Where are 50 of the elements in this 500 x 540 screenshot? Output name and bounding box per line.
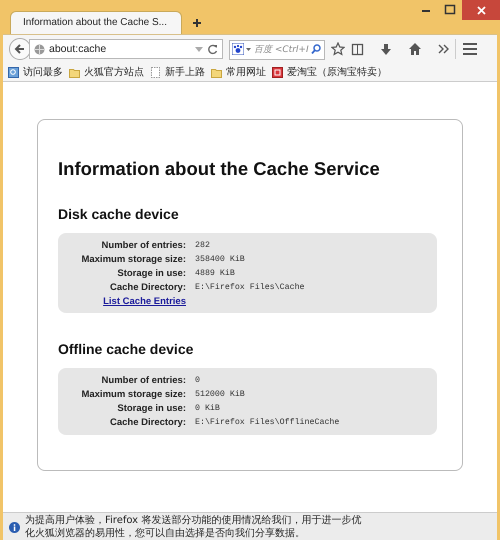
bookmark-item[interactable]: 常用网址 (211, 65, 266, 79)
folder-icon (211, 66, 222, 78)
section-heading: Offline cache device (58, 341, 194, 357)
field-label: Cache Directory: (110, 416, 186, 430)
list-entries-link[interactable]: List Cache Entries (103, 295, 186, 308)
field-value: 282 (195, 240, 210, 252)
field-value: 0 (195, 375, 200, 387)
reload-icon[interactable] (207, 44, 218, 54)
field-label: Maximum storage size: (81, 253, 186, 267)
field-value: E:\Firefox Files\OfflineCache (195, 417, 340, 429)
back-button[interactable] (9, 38, 31, 60)
notification-text: 为提高用户体验，Firefox 将发送部分功能的使用情况给我们，用于进一步优化火狐浏览器的易用性，您可以自由选择是否向我们分享数据。 (25, 514, 362, 540)
address-field[interactable]: about:cache (29, 39, 223, 59)
folder-icon (69, 66, 80, 78)
field-label: Cache Directory: (110, 281, 186, 295)
menu-icon[interactable] (462, 42, 478, 56)
chevron-icon[interactable] (438, 43, 449, 55)
page-title: Information about the Cache Service (58, 158, 380, 180)
field-value: 4889 KiB (195, 268, 235, 280)
site-logo-icon (272, 66, 283, 78)
search-icon[interactable] (311, 44, 321, 54)
field-label: Storage in use: (117, 402, 186, 416)
bookmark-item[interactable]: 火狐官方站点 (69, 65, 144, 79)
download-icon[interactable] (380, 42, 392, 56)
back-arrow-icon (14, 43, 26, 55)
field-value: 512000 KiB (195, 389, 245, 401)
clipboard-icon[interactable] (351, 42, 364, 56)
close-button[interactable] (462, 0, 500, 20)
field-value: 358400 KiB (195, 254, 245, 266)
section-heading: Disk cache device (58, 206, 179, 222)
globe-icon (34, 44, 45, 54)
field-value: E:\Firefox Files\Cache (195, 282, 305, 294)
page-icon (150, 66, 161, 78)
field-label: Storage in use: (117, 267, 186, 281)
field-value: 0 KiB (195, 403, 220, 415)
field-label: Number of entries: (102, 239, 186, 253)
field-label: Maximum storage size: (81, 388, 186, 402)
bookmark-item[interactable]: 爱淘宝（原淘宝特卖） (272, 65, 387, 79)
star-icon[interactable] (331, 42, 345, 56)
home-icon[interactable] (408, 42, 422, 56)
bookmark-item[interactable]: 访问最多 (8, 65, 63, 79)
info-icon (9, 522, 20, 532)
browser-tab[interactable]: Information about the Cache S... (10, 11, 182, 34)
caret-icon[interactable] (246, 48, 251, 51)
close-icon (476, 6, 486, 14)
new-tab-icon[interactable] (192, 18, 202, 28)
bookmark-item[interactable]: 新手上路 (150, 65, 205, 79)
paw-icon[interactable] (232, 43, 244, 55)
search-field[interactable]: 百度 <Ctrl+I (229, 40, 325, 60)
field-label: Number of entries: (102, 374, 186, 388)
